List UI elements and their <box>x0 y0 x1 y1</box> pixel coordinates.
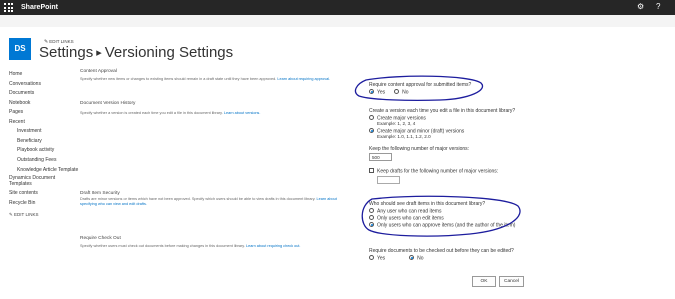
draft-edit-users-label: Only users who can edit items <box>377 215 444 222</box>
radio-selected-icon[interactable] <box>409 255 415 260</box>
check-out-no-label: No <box>417 255 424 262</box>
version-history-desc-text: Specify whether a version is created eac… <box>80 111 223 115</box>
content-approval-question: Require content approval for submitted i… <box>369 82 472 88</box>
check-out-options: Yes No <box>369 255 433 262</box>
suite-bar: SharePoint ⚙ ? <box>0 0 675 15</box>
minor-versions-example: Example: 1.0, 1.1, 1.2, 2.0 <box>377 134 431 139</box>
radio-icon[interactable] <box>369 255 374 260</box>
check-out-question: Require documents to be checked out befo… <box>369 248 514 254</box>
draft-edit-users-option[interactable]: Only users who can edit items <box>369 215 444 222</box>
breadcrumb-settings[interactable]: Settings <box>39 44 93 61</box>
nav-item-site-contents[interactable]: Site contents <box>9 189 79 199</box>
content-approval-description: Specify whether new items or changes to … <box>80 77 342 82</box>
learn-check-out-link[interactable]: Learn about requiring check out. <box>246 244 300 248</box>
content-approval-desc-text: Specify whether new items or changes to … <box>80 77 277 81</box>
draft-security-desc-text: Drafts are minor versions or items which… <box>80 197 316 201</box>
check-out-yes-label: Yes <box>377 255 386 262</box>
check-out-yes[interactable]: Yes <box>369 255 385 262</box>
ok-button[interactable]: OK <box>472 276 496 287</box>
nav-item-investment[interactable]: Investment <box>9 127 79 137</box>
learn-versions-link[interactable]: Learn about versions. <box>224 111 261 115</box>
site-logo[interactable]: DS <box>9 38 31 60</box>
breadcrumb-separator-icon: ▸ <box>96 47 102 59</box>
draft-any-user-label: Any user who can read items <box>377 208 442 215</box>
content-approval-title: Content Approval <box>80 69 117 74</box>
question-icon[interactable]: ? <box>656 2 660 12</box>
keep-major-versions-label: Keep the following number of major versi… <box>369 146 470 152</box>
content-approval-options: Yes No <box>369 89 418 96</box>
nav-item-pages[interactable]: Pages <box>9 108 79 118</box>
app-launcher-icon[interactable] <box>4 3 13 12</box>
brand-label[interactable]: SharePoint <box>21 2 58 13</box>
left-navigation: Home Conversations Documents Notebook Pa… <box>9 70 79 220</box>
draft-approve-users-label: Only users who can approve items (and th… <box>377 222 516 229</box>
nav-item-outstanding-fees[interactable]: Outstanding Fees <box>9 156 79 166</box>
draft-security-question: Who should see draft items in this docum… <box>369 201 486 207</box>
version-history-question: Create a version each time you edit a fi… <box>369 108 516 114</box>
nav-item-documents[interactable]: Documents <box>9 89 79 99</box>
cancel-button[interactable]: Cancel <box>499 276 524 287</box>
keep-drafts-input[interactable] <box>377 176 400 184</box>
radio-selected-icon[interactable] <box>369 89 374 94</box>
keep-major-versions-input[interactable]: 500 <box>369 153 392 161</box>
check-out-title: Require Check Out <box>80 236 121 241</box>
nav-item-beneficiary[interactable]: Beneficiary <box>9 137 79 147</box>
breadcrumb-current: Versioning Settings <box>104 44 234 61</box>
content-approval-yes-label: Yes <box>377 89 386 96</box>
nav-item-dynamics-document-templates[interactable]: Dynamics Document Templates <box>9 175 79 187</box>
keep-drafts-label: Keep drafts for the following number of … <box>377 168 499 175</box>
check-out-description: Specify whether users must check out doc… <box>80 244 342 249</box>
radio-icon[interactable] <box>369 215 374 220</box>
radio-icon[interactable] <box>369 115 374 120</box>
keep-drafts-checkbox[interactable]: Keep drafts for the following number of … <box>369 168 498 175</box>
check-out-desc-text: Specify whether users must check out doc… <box>80 244 245 248</box>
content-approval-no[interactable]: No <box>394 89 409 96</box>
nav-item-playbook-activity[interactable]: Playbook activity <box>9 146 79 156</box>
page-title: Settings ▸ Versioning Settings <box>39 44 233 62</box>
nav-item-home[interactable]: Home <box>9 70 79 80</box>
nav-item-notebook[interactable]: Notebook <box>9 99 79 109</box>
version-history-description: Specify whether a version is created eac… <box>80 111 342 116</box>
content-approval-yes[interactable]: Yes <box>369 89 385 96</box>
draft-approve-users-option[interactable]: Only users who can approve items (and th… <box>369 222 515 229</box>
radio-selected-icon[interactable] <box>369 128 374 133</box>
nav-item-recent[interactable]: Recent <box>9 118 79 128</box>
nav-item-conversations[interactable]: Conversations <box>9 80 79 90</box>
draft-security-description: Drafts are minor versions or items which… <box>80 197 342 207</box>
radio-selected-icon[interactable] <box>369 222 374 227</box>
check-out-no[interactable]: No <box>409 255 424 262</box>
nav-item-knowledge-article-template[interactable]: Knowledge Article Template <box>9 167 79 173</box>
major-versions-example: Example: 1, 2, 3, 4 <box>377 121 416 126</box>
nav-edit-links-label: EDIT LINKS <box>14 212 39 217</box>
radio-icon[interactable] <box>369 208 374 213</box>
radio-icon[interactable] <box>394 89 400 94</box>
learn-approval-link[interactable]: Learn about requiring approval. <box>277 77 330 81</box>
nav-item-recycle-bin[interactable]: Recycle Bin <box>9 199 79 209</box>
nav-edit-links[interactable]: ✎ EDIT LINKS <box>9 210 79 220</box>
checkbox-icon[interactable] <box>369 168 374 173</box>
sub-bar <box>0 15 675 27</box>
version-history-title: Document Version History <box>80 101 136 106</box>
content-approval-no-label: No <box>402 89 409 96</box>
gear-icon[interactable]: ⚙ <box>637 2 644 12</box>
draft-any-user-option[interactable]: Any user who can read items <box>369 208 441 215</box>
